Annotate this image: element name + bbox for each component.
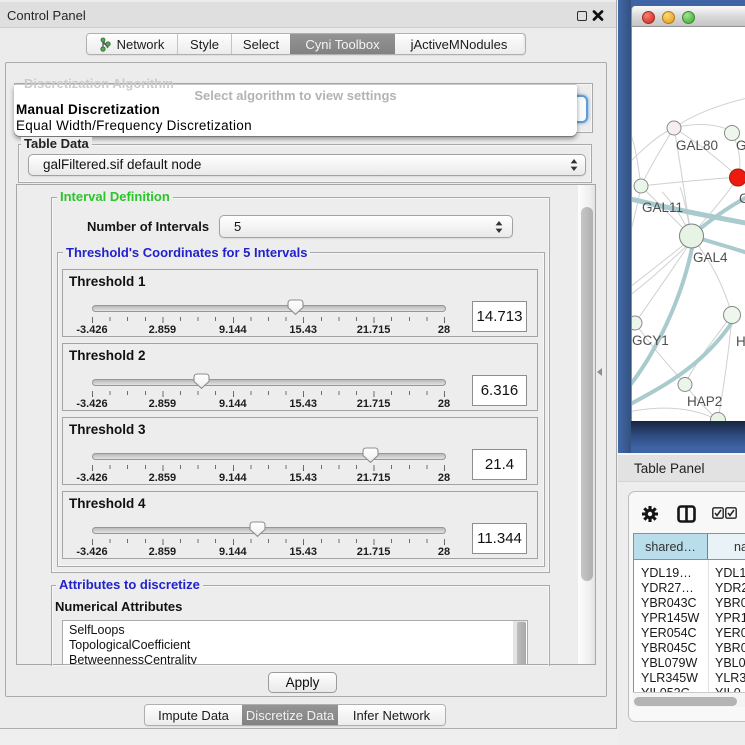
svg-text:GCY1: GCY1 [632, 333, 669, 348]
svg-text:GAL11: GAL11 [642, 200, 683, 215]
svg-text:GAL80: GAL80 [676, 138, 718, 153]
svg-text:HAP2: HAP2 [687, 394, 722, 409]
svg-text:C: C [739, 191, 745, 206]
svg-text:GAL4: GAL4 [693, 250, 728, 265]
svg-text:H: H [736, 334, 745, 349]
svg-text:GA: GA [736, 138, 745, 153]
